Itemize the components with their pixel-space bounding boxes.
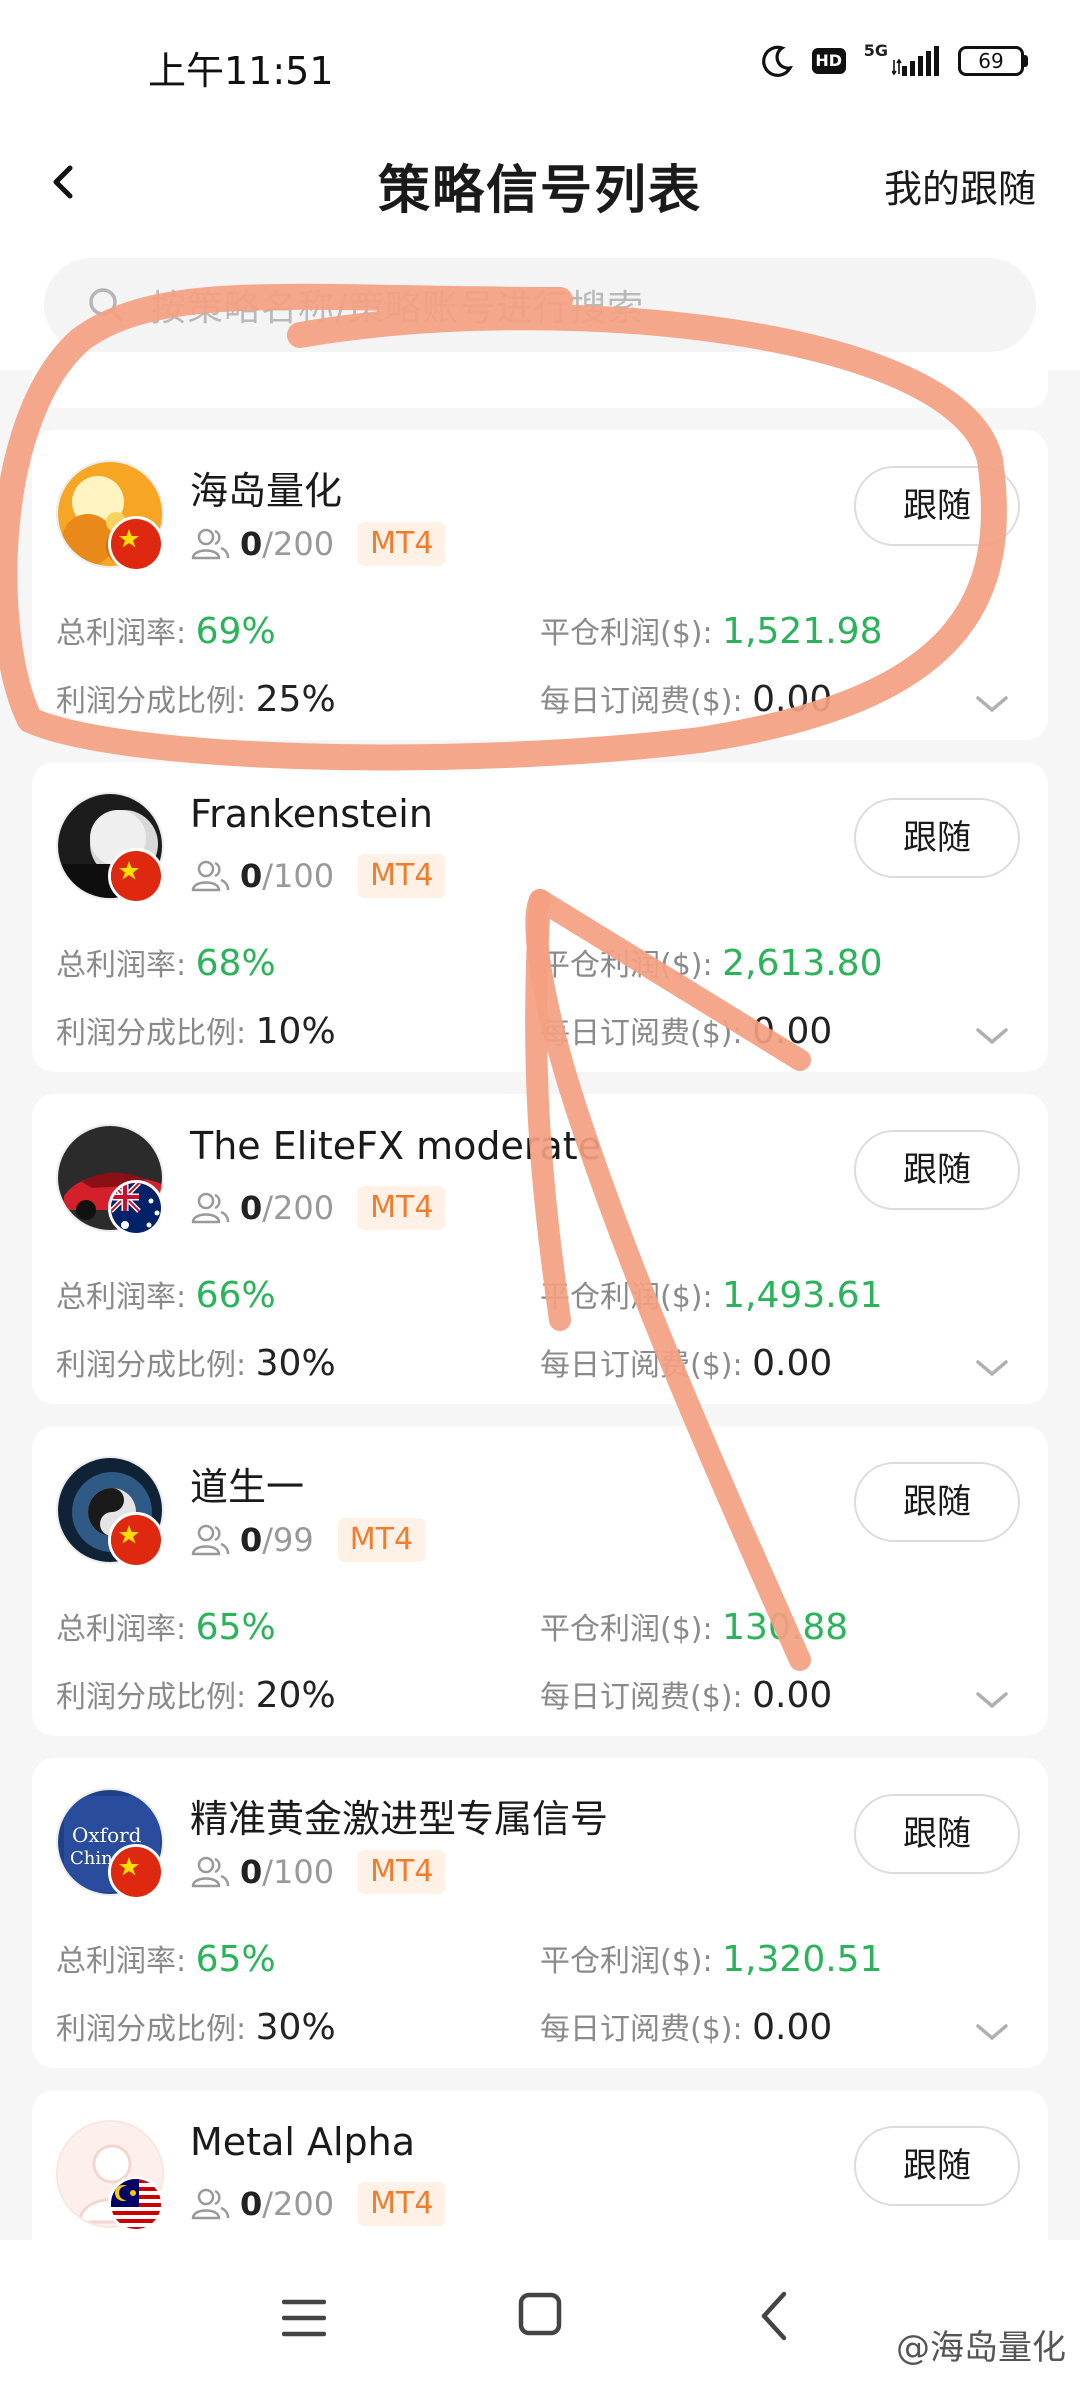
daily-fee: 每日订阅费($): 0.00	[540, 2007, 833, 2048]
users-icon	[190, 1190, 230, 1226]
watermark: @海岛量化	[896, 2328, 1066, 2368]
strategy-card[interactable]: Metal Alpha 0/200 MT4 跟随	[32, 2090, 1048, 2240]
close-profit: 平仓利润($): 1,521.98	[540, 611, 883, 652]
users-icon	[190, 1522, 230, 1558]
search-icon	[86, 285, 126, 325]
status-bar: 上午11:51 HD 5G 69	[0, 0, 1080, 130]
system-nav-bar: @海岛量化	[0, 2240, 1080, 2400]
follow-button[interactable]: 跟随	[854, 1794, 1020, 1874]
strategy-meta: 0/100 MT4	[190, 854, 446, 898]
daily-fee: 每日订阅费($): 0.00	[540, 1011, 833, 1052]
close-profit: 平仓利润($): 2,613.80	[540, 943, 883, 984]
follow-button[interactable]: 跟随	[854, 1462, 1020, 1542]
strategy-list[interactable]: 海岛量化 0/200 MT4 跟随 总利润率: 69% 平仓利润($): 1,5…	[0, 370, 1080, 2240]
total-profit-rate: 总利润率: 65%	[56, 1607, 276, 1648]
nav-header: 策略信号列表 我的跟随	[0, 130, 1080, 240]
users-icon	[190, 2186, 230, 2222]
profit-share: 利润分成比例: 20%	[56, 1675, 336, 1716]
close-profit: 平仓利润($): 1,320.51	[540, 1939, 883, 1980]
strategy-card[interactable]: Frankenstein 0/100 MT4 跟随 总利润率: 68% 平仓利润…	[32, 762, 1048, 1072]
flag-china-icon	[108, 848, 164, 904]
search-input[interactable]: 按策略名称/策略账号进行搜索	[44, 258, 1036, 352]
strategy-name: The EliteFX moderate	[190, 1124, 602, 1168]
list-item-partial	[32, 370, 1048, 408]
strategy-name: 道生一	[190, 1465, 305, 1509]
total-profit-rate: 总利润率: 68%	[56, 943, 276, 984]
strategy-meta: 0/200 MT4	[190, 2182, 446, 2226]
follow-button[interactable]: 跟随	[854, 466, 1020, 546]
search-placeholder: 按策略名称/策略账号进行搜索	[150, 288, 645, 329]
strategy-meta: 0/200 MT4	[190, 522, 446, 566]
network-label: 5G	[863, 41, 888, 60]
profit-share: 利润分成比例: 30%	[56, 2007, 336, 2048]
strategy-name: Frankenstein	[190, 792, 433, 836]
strategy-card[interactable]: The EliteFX moderate 0/200 MT4 跟随 总利润率: …	[32, 1094, 1048, 1404]
platform-badge: MT4	[358, 1850, 446, 1894]
profit-share: 利润分成比例: 25%	[56, 679, 336, 720]
close-profit: 平仓利润($): 130.88	[540, 1607, 849, 1648]
flag-china-icon	[108, 1512, 164, 1568]
profit-share: 利润分成比例: 10%	[56, 1011, 336, 1052]
close-profit: 平仓利润($): 1,493.61	[540, 1275, 883, 1316]
chevron-down-icon[interactable]	[974, 2020, 1010, 2044]
profit-share: 利润分成比例: 30%	[56, 1343, 336, 1384]
chevron-down-icon[interactable]	[974, 1356, 1010, 1380]
flag-china-icon	[108, 516, 164, 572]
platform-badge: MT4	[358, 854, 446, 898]
follow-button[interactable]: 跟随	[854, 1130, 1020, 1210]
chevron-down-icon[interactable]	[974, 692, 1010, 716]
flag-malaysia-icon	[108, 2176, 164, 2232]
follow-button[interactable]: 跟随	[854, 2126, 1020, 2206]
back-triangle-icon[interactable]	[760, 2290, 788, 2342]
users-icon	[190, 526, 230, 562]
chevron-down-icon[interactable]	[974, 1024, 1010, 1048]
moon-icon	[760, 44, 794, 78]
strategy-card[interactable]: 道生一 0/99 MT4 跟随 总利润率: 65% 平仓利润($): 130.8…	[32, 1426, 1048, 1736]
platform-badge: MT4	[358, 522, 446, 566]
daily-fee: 每日订阅费($): 0.00	[540, 679, 833, 720]
strategy-name: 海岛量化	[190, 469, 343, 513]
signal-icon	[892, 46, 940, 76]
daily-fee: 每日订阅费($): 0.00	[540, 1343, 833, 1384]
total-profit-rate: 总利润率: 65%	[56, 1939, 276, 1980]
total-profit-rate: 总利润率: 66%	[56, 1275, 276, 1316]
follower-count: 0/200	[240, 2185, 335, 2223]
follower-count: 0/100	[240, 857, 335, 895]
battery-level: 69	[958, 46, 1024, 76]
flag-australia-icon	[108, 1180, 164, 1236]
follower-count: 0/200	[240, 1189, 335, 1227]
strategy-meta: 0/100 MT4	[190, 1850, 446, 1894]
follower-count: 0/100	[240, 1853, 335, 1891]
strategy-card[interactable]: Oxford Chinese 精准黄金激进型专属信号 0/100 MT4 跟随 …	[32, 1758, 1048, 2068]
hd-icon: HD	[811, 48, 846, 74]
my-follow-link[interactable]: 我的跟随	[884, 158, 1036, 213]
follower-count: 0/200	[240, 525, 335, 563]
platform-badge: MT4	[337, 1518, 426, 1562]
users-icon	[190, 858, 230, 894]
flag-china-icon	[108, 1844, 164, 1900]
platform-badge: MT4	[358, 2182, 446, 2226]
strategy-name: Metal Alpha	[190, 2120, 416, 2164]
status-icons: HD 5G 69	[760, 41, 1028, 78]
menu-icon[interactable]	[281, 2298, 327, 2338]
home-square-icon[interactable]	[518, 2292, 562, 2336]
strategy-card[interactable]: 海岛量化 0/200 MT4 跟随 总利润率: 69% 平仓利润($): 1,5…	[32, 430, 1048, 740]
chevron-down-icon[interactable]	[974, 1688, 1010, 1712]
strategy-name: 精准黄金激进型专属信号	[190, 1797, 609, 1841]
platform-badge: MT4	[358, 1186, 446, 1230]
follow-button[interactable]: 跟随	[854, 798, 1020, 878]
strategy-meta: 0/99 MT4	[190, 1518, 426, 1562]
users-icon	[190, 1854, 230, 1890]
follower-count: 0/99	[240, 1521, 314, 1559]
status-time: 上午11:51	[148, 49, 334, 93]
total-profit-rate: 总利润率: 69%	[56, 611, 276, 652]
strategy-meta: 0/200 MT4	[190, 1186, 446, 1230]
daily-fee: 每日订阅费($): 0.00	[540, 1675, 833, 1716]
battery-icon: 69	[958, 46, 1028, 76]
